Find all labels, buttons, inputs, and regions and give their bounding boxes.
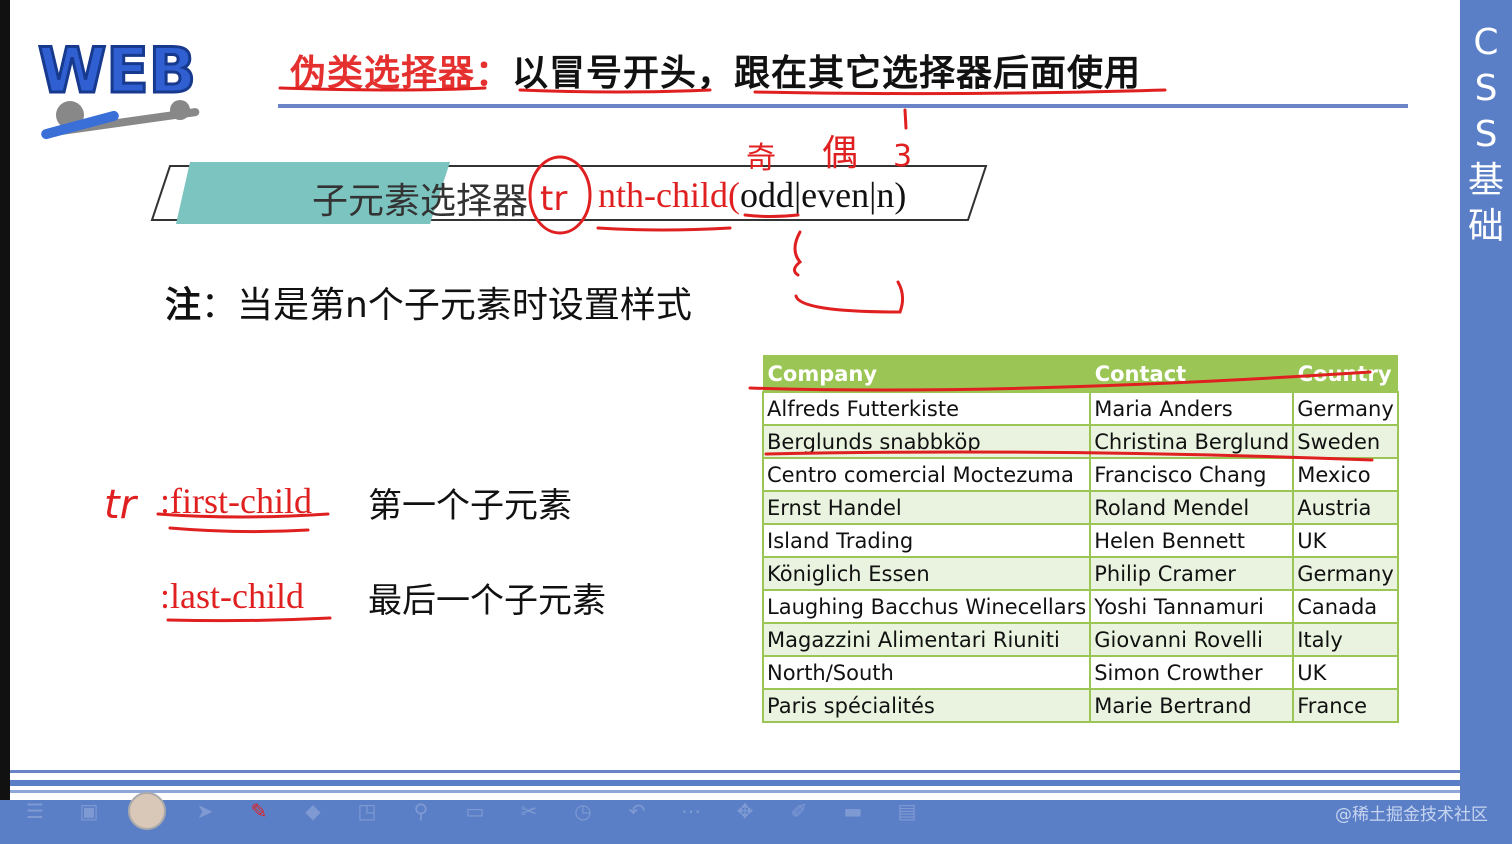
- cell-contact: Giovanni Rovelli: [1089, 622, 1295, 657]
- table-row: Island Trading Helen Bennett UK: [761, 523, 1399, 558]
- logo-text: WEB: [38, 34, 196, 107]
- slide-title: 伪类选择器：以冒号开头，跟在其它选择器后面使用: [290, 44, 1141, 96]
- sidebar-char: S: [1474, 114, 1498, 155]
- edit-icon[interactable]: ✐: [784, 798, 814, 824]
- first-child-selector: :first-child: [160, 481, 312, 521]
- watermark: @稀土掘金技术社区: [1335, 805, 1488, 825]
- cell-company: Königlich Essen: [761, 556, 1092, 591]
- cell-contact: Roland Mendel: [1089, 490, 1295, 525]
- cell-country: UK: [1292, 655, 1399, 690]
- cell-country: Austria: [1292, 490, 1399, 525]
- window-edge: [0, 0, 10, 844]
- subtitle-code: nth-child(odd|even|n): [598, 174, 906, 216]
- cell-contact: Philip Cramer: [1089, 556, 1295, 591]
- zoom-icon[interactable]: ⚲: [406, 798, 436, 824]
- cell-country: Sweden: [1292, 424, 1399, 459]
- cell-company: Berglunds snabbköp: [761, 424, 1092, 459]
- cell-contact: Marie Bertrand: [1089, 688, 1295, 723]
- scissors-icon[interactable]: ✂: [514, 798, 544, 824]
- shape-icon[interactable]: ◳: [352, 798, 382, 824]
- cell-country: UK: [1292, 523, 1399, 558]
- sidebar-char: 础: [1467, 206, 1504, 247]
- cell-contact: Simon Crowther: [1089, 655, 1295, 690]
- eraser-icon[interactable]: ◆: [298, 798, 328, 824]
- header-contact: Contact: [1089, 355, 1294, 393]
- cell-company: Laughing Bacchus Winecellars: [761, 589, 1092, 624]
- clock-icon[interactable]: ◷: [568, 798, 598, 824]
- title-rest: 以冒号开头，跟在其它选择器后面使用: [512, 53, 1142, 94]
- cell-contact: Yoshi Tannamuri: [1089, 589, 1295, 624]
- presentation-toolbar: ☰ ▣ ➤ ✎ ◆ ◳ ⚲ ▭ ✂ ◷ ↶ ⋯ ✥ ✐ ▬ ▤: [20, 792, 922, 830]
- table-row: Königlich Essen Philip Cramer Germany: [761, 556, 1399, 591]
- cell-contact: Francisco Chang: [1089, 457, 1295, 492]
- pointer-icon[interactable]: ➤: [190, 798, 220, 824]
- note-bold: 注: [165, 285, 202, 326]
- cell-country: Canada: [1292, 589, 1399, 624]
- table-row: Paris spécialités Marie Bertrand France: [761, 688, 1399, 723]
- table-row: Alfreds Futterkiste Maria Anders Germany: [761, 391, 1399, 426]
- cell-company: Island Trading: [761, 523, 1092, 558]
- document-icon[interactable]: ▤: [892, 798, 922, 824]
- more-icon[interactable]: ⋯: [676, 798, 706, 824]
- table-header-row: Company Contact Country: [762, 355, 1399, 393]
- last-child-desc: 最后一个子元素: [368, 581, 606, 621]
- cell-country: Germany: [1292, 391, 1399, 426]
- note-text: 注：当是第n个子元素时设置样式: [165, 276, 692, 328]
- undo-icon[interactable]: ↶: [622, 798, 652, 824]
- code-args: odd|even|n): [739, 175, 907, 215]
- code-name: nth-child(: [598, 175, 740, 215]
- right-sidebar: C S S 基 础: [1460, 0, 1512, 844]
- cell-country: Mexico: [1292, 457, 1399, 492]
- header-country: Country: [1292, 355, 1399, 393]
- title-divider: [278, 104, 1408, 108]
- cell-company: Centro comercial Moctezuma: [761, 457, 1092, 492]
- table-row: Centro comercial Moctezuma Francisco Chan…: [761, 457, 1399, 492]
- cell-country: Italy: [1292, 622, 1399, 657]
- last-child-selector: :last-child: [160, 576, 304, 616]
- customers-table: Company Contact Country Alfreds Futterki…: [761, 355, 1399, 723]
- header-company: Company: [762, 355, 1091, 393]
- cell-country: Germany: [1292, 556, 1399, 591]
- sidebar-char: 基: [1467, 160, 1504, 201]
- cell-country: France: [1292, 688, 1399, 723]
- screen-icon[interactable]: ▣: [74, 798, 104, 824]
- sidebar-char: C: [1473, 22, 1499, 63]
- table-row: North/South Simon Crowther UK: [761, 655, 1399, 690]
- table-row: Magazzini Alimentari Riuniti Giovanni Rov…: [761, 622, 1399, 657]
- table-row: Ernst Handel Roland Mendel Austria: [761, 490, 1399, 525]
- cell-company: Paris spécialités: [761, 688, 1092, 723]
- monitor-icon[interactable]: ▬: [838, 798, 868, 824]
- title-highlight: 伪类选择器：: [290, 53, 513, 94]
- cell-company: Magazzini Alimentari Riuniti: [761, 622, 1092, 657]
- table-row: Laughing Bacchus Winecellars Yoshi Tannam…: [761, 589, 1399, 624]
- cell-company: Ernst Handel: [761, 490, 1092, 525]
- subtitle-label: 子元素选择器: [312, 181, 529, 222]
- cell-contact: Christina Berglund: [1089, 424, 1295, 459]
- sidebar-char: S: [1474, 68, 1498, 109]
- window-icon[interactable]: ▭: [460, 798, 490, 824]
- cell-contact: Maria Anders: [1089, 391, 1295, 426]
- table-row: Berglunds snabbköp Christina Berglund Swed…: [761, 424, 1399, 459]
- avatar[interactable]: [128, 792, 166, 830]
- note-body: ：当是第n个子元素时设置样式: [201, 285, 692, 326]
- pen-icon[interactable]: ✎: [244, 798, 274, 824]
- first-child-desc: 第一个子元素: [368, 486, 572, 526]
- cell-company: North/South: [761, 655, 1092, 690]
- cell-contact: Helen Bennett: [1089, 523, 1295, 558]
- sidebar-title: C S S 基 础: [1460, 20, 1512, 250]
- menu-icon[interactable]: ☰: [20, 798, 50, 824]
- cell-company: Alfreds Futterkiste: [761, 391, 1092, 426]
- web-logo-icon: WEB: [37, 33, 200, 140]
- move-icon[interactable]: ✥: [730, 798, 760, 824]
